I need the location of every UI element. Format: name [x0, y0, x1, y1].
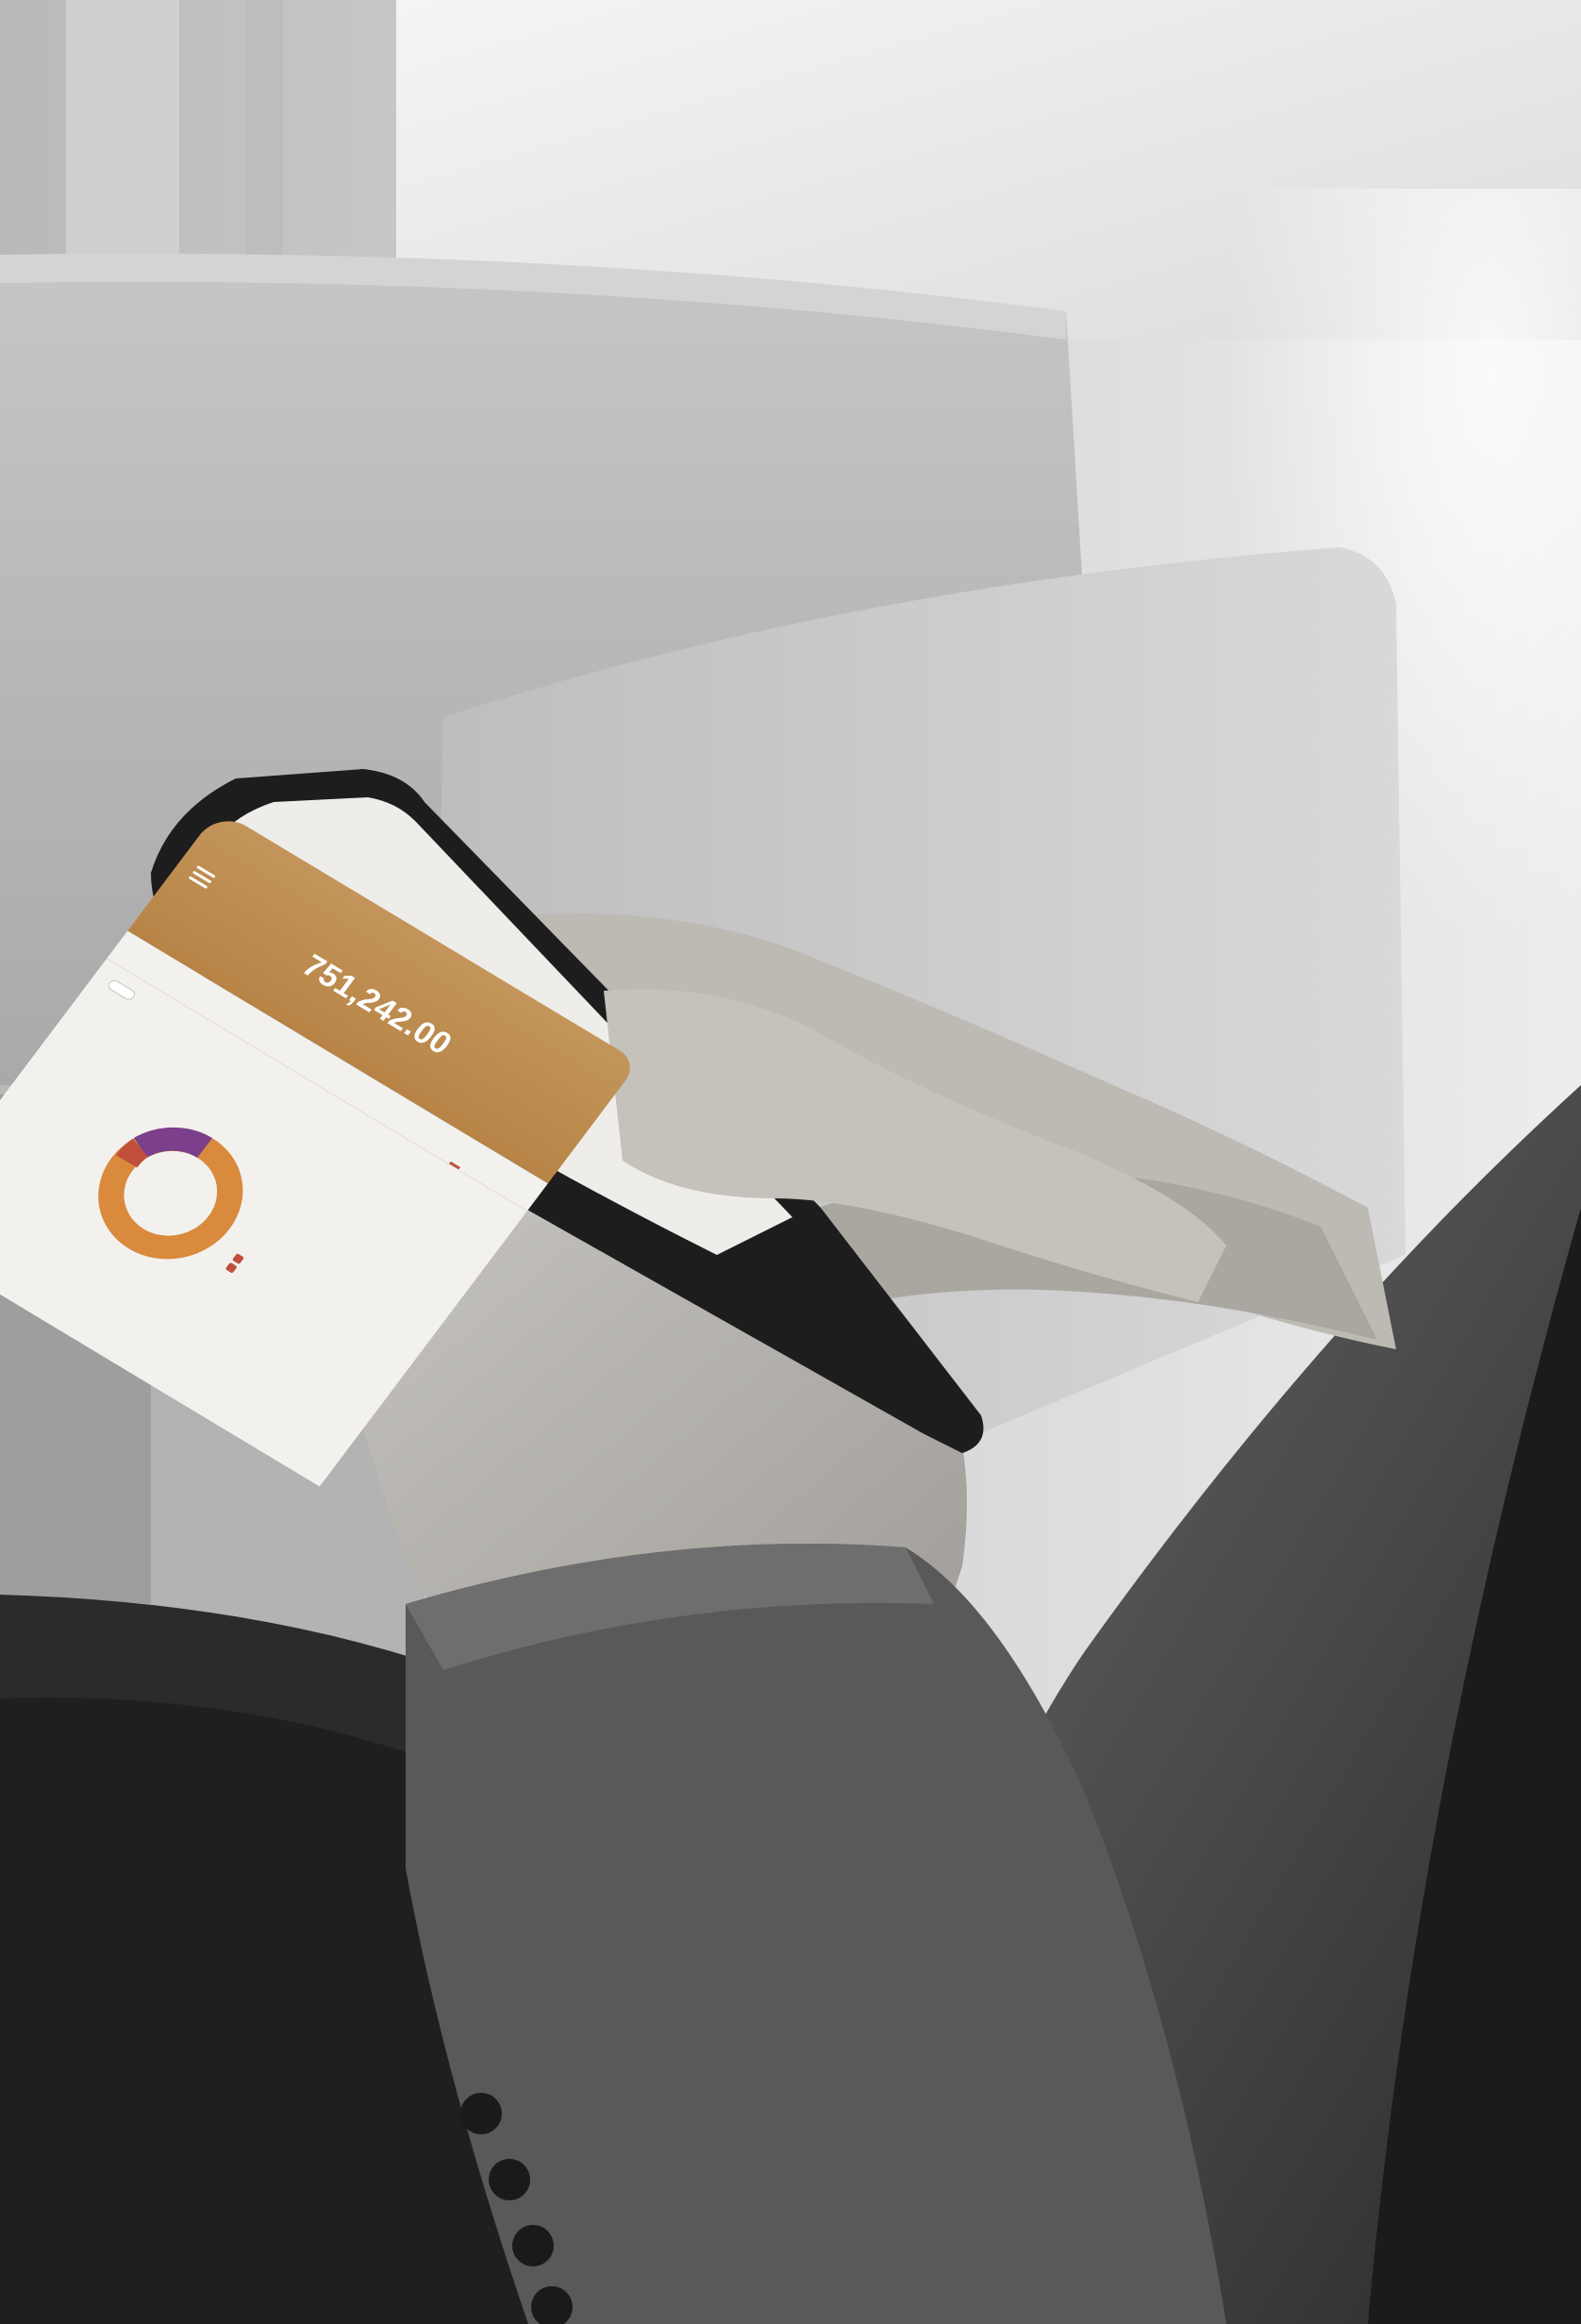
tab-1[interactable]	[175, 978, 201, 1006]
tab-2[interactable]	[312, 1061, 338, 1088]
legend-color	[231, 1253, 245, 1264]
legend-color	[225, 1262, 238, 1274]
chart-legend	[224, 1251, 250, 1279]
donut-segment-red	[115, 1138, 149, 1168]
tab-3[interactable]	[449, 1142, 475, 1170]
donut-chart	[98, 1127, 243, 1260]
filter-chip[interactable]	[106, 978, 138, 1002]
donut-segment-purple	[133, 1127, 213, 1159]
